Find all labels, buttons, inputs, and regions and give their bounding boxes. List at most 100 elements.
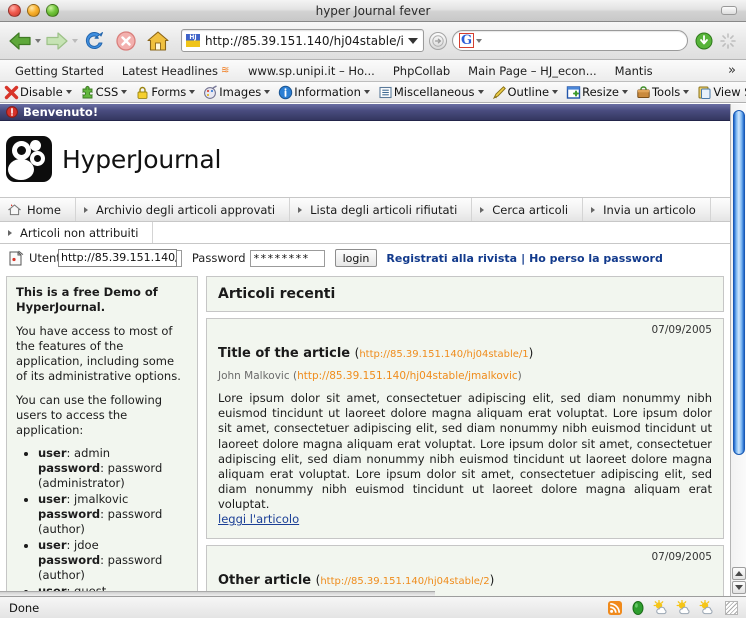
bookmarks-bar: Getting Started Latest Headlines ≋ www.sp…	[0, 60, 746, 82]
lost-password-link[interactable]: Ho perso la password	[529, 252, 663, 265]
devbar-item-images[interactable]: Images	[201, 84, 276, 100]
register-link[interactable]: Registrati alla rivista	[386, 252, 517, 265]
chevron-down-icon[interactable]	[65, 90, 72, 94]
search-engine-caret-icon[interactable]	[476, 38, 483, 43]
stop-button[interactable]	[113, 28, 143, 54]
chevron-down-icon[interactable]	[683, 90, 690, 94]
web-page: Benvenuto! HyperJournal Home Archivio de…	[0, 104, 730, 596]
devbar-item-tools[interactable]: Tools	[634, 85, 695, 100]
bookmark-item[interactable]: www.sp.unipi.it – Ho...	[239, 64, 384, 78]
search-input[interactable]: G	[452, 30, 688, 51]
page-viewport: Benvenuto! HyperJournal Home Archivio de…	[0, 104, 746, 596]
chevron-down-icon[interactable]	[477, 90, 484, 94]
reload-button[interactable]	[81, 28, 111, 54]
palette-icon	[203, 84, 218, 100]
list-item: user: jdoe password: password (author)	[38, 538, 188, 583]
page-vertical-scrollbar[interactable]	[730, 104, 746, 596]
read-article-link[interactable]: leggi l'articolo	[218, 512, 299, 526]
nav-item-invia[interactable]: Invia un articolo	[583, 198, 711, 221]
back-history-caret-icon[interactable]	[35, 38, 41, 43]
resize-grip-icon[interactable]	[725, 600, 738, 615]
article-card: 07/09/2005 Other article (http://85.39.1…	[206, 544, 724, 596]
bookmark-item[interactable]: Main Page – HJ_econ...	[459, 64, 606, 78]
user-value: jmalkovic	[74, 492, 129, 507]
weather-icon[interactable]	[676, 599, 692, 616]
nav-item-archivio[interactable]: Archivio degli articoli approvati	[76, 198, 291, 221]
chevron-down-icon[interactable]	[621, 90, 628, 94]
article-url-link[interactable]: http://85.39.151.140/hj04stable/2	[320, 576, 489, 587]
nav-item-cerca[interactable]: Cerca articoli	[472, 198, 584, 221]
scroll-up-button[interactable]	[732, 567, 746, 580]
user-role: (administrator)	[38, 476, 125, 491]
devbar-label: Forms	[151, 85, 187, 99]
address-bar[interactable]: HJ http://85.39.151.140/hj04stable/i	[181, 29, 424, 52]
nav-item-rifiutati[interactable]: Lista degli articoli rifiutati	[290, 198, 473, 221]
devbar-item-resize[interactable]: Resize	[564, 85, 634, 100]
user-value: jdoe	[74, 538, 99, 553]
bookmark-item[interactable]: Latest Headlines ≋	[113, 64, 239, 78]
green-shield-icon[interactable]	[630, 600, 646, 616]
downloads-button[interactable]	[695, 32, 713, 50]
nav-item-home[interactable]: Home	[0, 198, 76, 221]
chevron-down-icon[interactable]	[363, 90, 370, 94]
devbar-label: Tools	[651, 85, 681, 99]
forward-history-caret-icon[interactable]	[72, 38, 78, 43]
login-bar: Utente admin Password ******** login Reg…	[0, 244, 730, 272]
devbar-item-miscellaneous[interactable]: Miscellaneous	[376, 85, 490, 100]
devbar-item-outline[interactable]: Outline	[490, 85, 565, 100]
scrollbar-buttons[interactable]	[732, 567, 746, 595]
chevron-down-icon[interactable]	[552, 90, 559, 94]
weather-icon[interactable]	[699, 599, 715, 616]
go-button[interactable]	[429, 31, 447, 50]
devbar-item-view-source[interactable]: View Source	[695, 85, 746, 100]
devbar-item-css[interactable]: CSS	[78, 85, 134, 100]
bookmarks-overflow-button[interactable]: »	[728, 63, 740, 78]
page-content: This is a free Demo of HyperJournal. You…	[0, 272, 730, 596]
address-dropdown-icon[interactable]	[408, 37, 418, 44]
green-puzzle-icon	[80, 85, 95, 100]
bookmark-item[interactable]: Getting Started	[6, 64, 113, 78]
sidebar-paragraph-2: You can use the following users to acces…	[16, 392, 163, 437]
forward-button[interactable]	[44, 29, 78, 53]
user-value: admin	[74, 446, 111, 461]
chevron-down-icon[interactable]	[121, 90, 128, 94]
scroll-down-button[interactable]	[732, 581, 746, 594]
weather-icon[interactable]	[653, 599, 669, 616]
chevron-down-icon[interactable]	[264, 90, 271, 94]
article-author-link[interactable]: http://85.39.151.140/hj04stable/jmalkovi…	[297, 370, 518, 382]
devbar-label: Outline	[507, 85, 550, 99]
article-url-link[interactable]: http://85.39.151.140/hj04stable/1	[359, 349, 528, 360]
home-button[interactable]	[145, 28, 175, 54]
zoom-button[interactable]	[46, 4, 59, 17]
nav-item-label: Cerca articoli	[492, 202, 569, 217]
bookmark-item[interactable]: Mantis	[606, 64, 662, 78]
password-value: password	[107, 461, 163, 476]
nav-item-label: Lista degli articoli rifiutati	[310, 202, 458, 217]
bookmark-label: Mantis	[614, 63, 653, 78]
rss-feed-icon[interactable]	[607, 600, 623, 616]
search-engine-icon[interactable]: G	[459, 33, 475, 48]
close-button[interactable]	[8, 4, 21, 17]
devbar-item-disable[interactable]: Disable	[2, 85, 78, 100]
bullet-icon	[480, 206, 485, 213]
minimize-button[interactable]	[27, 4, 40, 17]
devbar-item-information[interactable]: Information	[276, 85, 376, 100]
scrollbar-thumb[interactable]	[733, 110, 745, 455]
password-input[interactable]: ********	[249, 249, 325, 267]
rss-feed-icon: ≋	[220, 65, 230, 76]
bookmark-item[interactable]: PhpCollab	[384, 64, 459, 78]
article-author-name: John Malkovic	[218, 370, 290, 382]
devbar-item-forms[interactable]: Forms	[133, 85, 201, 100]
nav-item-label: Home	[27, 202, 61, 217]
red-x-icon	[4, 85, 19, 100]
link-separator: |	[521, 251, 526, 265]
clipboard-icon	[697, 85, 712, 100]
nav-item-non-attribuiti[interactable]: Articoli non attribuiti	[0, 222, 154, 243]
back-button[interactable]	[7, 29, 41, 53]
login-button[interactable]: login	[334, 249, 378, 267]
toolbar-toggle-button[interactable]	[721, 6, 737, 15]
forward-arrow-icon	[44, 29, 70, 53]
nav-item-label: Invia un articolo	[603, 202, 696, 217]
chevron-down-icon[interactable]	[189, 90, 196, 94]
toolbox-icon	[636, 85, 651, 100]
